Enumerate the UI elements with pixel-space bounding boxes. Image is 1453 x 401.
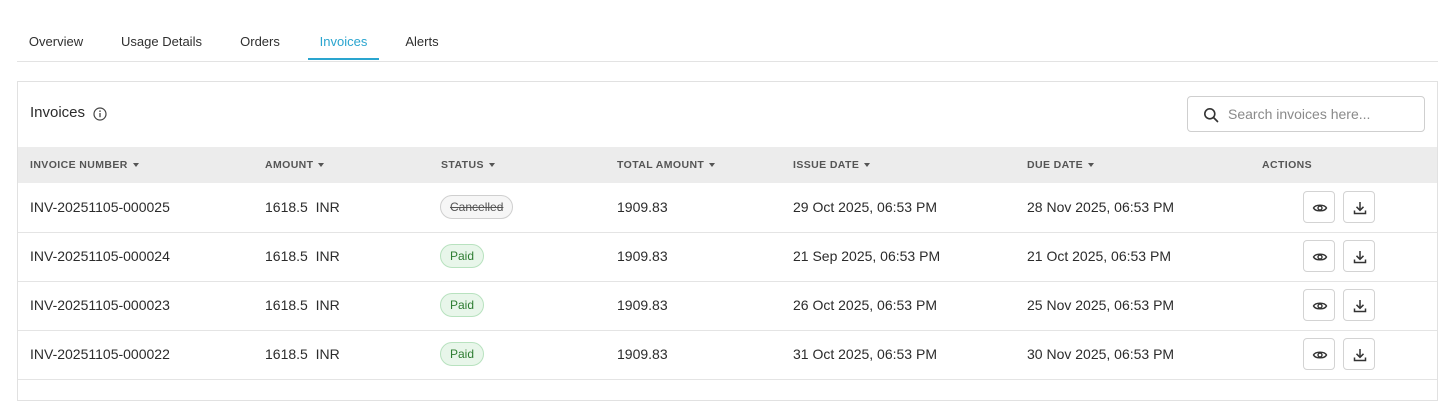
search-input[interactable]	[1228, 97, 1418, 131]
download-invoice-button[interactable]	[1343, 240, 1375, 272]
tab-alerts[interactable]: Alerts	[398, 23, 446, 60]
search-icon	[1204, 108, 1219, 123]
invoice-number-cell: INV-20251105-000024	[30, 248, 170, 264]
tab-usage-details[interactable]: Usage Details	[113, 23, 210, 60]
issue-date-cell: 21 Sep 2025, 06:53 PM	[793, 248, 941, 264]
due-date-cell: 30 Nov 2025, 06:53 PM	[1027, 346, 1175, 362]
status-badge: Paid	[440, 293, 485, 317]
total-amount-cell: 1909.83	[617, 297, 668, 313]
tab-invoices[interactable]: Invoices	[308, 23, 379, 60]
download-icon	[1353, 349, 1367, 362]
total-amount-cell: 1909.83	[617, 199, 668, 215]
column-header-issue-date[interactable]: ISSUE DATE	[793, 147, 871, 183]
sort-caret-icon	[1088, 163, 1095, 167]
download-invoice-button[interactable]	[1343, 289, 1375, 321]
column-header-amount[interactable]: AMOUNT	[265, 147, 325, 183]
search-box[interactable]	[1187, 96, 1425, 132]
amount-cell: 1618.5 INR	[265, 199, 340, 215]
amount-cell: 1618.5 INR	[265, 346, 340, 362]
sort-caret-icon	[488, 163, 495, 167]
invoice-number-cell: INV-20251105-000025	[30, 199, 170, 215]
total-amount-cell: 1909.83	[617, 248, 668, 264]
download-icon	[1353, 300, 1367, 313]
eye-icon	[1312, 302, 1328, 310]
download-icon	[1353, 251, 1367, 264]
total-amount-cell: 1909.83	[617, 346, 668, 362]
table-row: INV-20251105-000022 1618.5 INR Paid 1909…	[18, 330, 1437, 380]
info-icon[interactable]	[93, 107, 107, 121]
column-header-due-date[interactable]: DUE DATE	[1027, 147, 1095, 183]
tab-orders[interactable]: Orders	[231, 23, 289, 60]
issue-date-cell: 31 Oct 2025, 06:53 PM	[793, 346, 937, 362]
issue-date-cell: 29 Oct 2025, 06:53 PM	[793, 199, 937, 215]
amount-cell: 1618.5 INR	[265, 248, 340, 264]
download-icon	[1353, 202, 1367, 215]
table-row: INV-20251105-000025 1618.5 INR Cancelled…	[18, 183, 1437, 233]
tab-overview[interactable]: Overview	[17, 23, 95, 60]
eye-icon	[1312, 253, 1328, 261]
tab-bar: Overview Usage Details Orders Invoices A…	[17, 0, 1438, 62]
download-invoice-button[interactable]	[1343, 338, 1375, 370]
status-badge: Paid	[440, 244, 485, 268]
sort-caret-icon	[318, 163, 325, 167]
column-header-status[interactable]: STATUS	[441, 147, 495, 183]
table-row: INV-20251105-000023 1618.5 INR Paid 1909…	[18, 281, 1437, 331]
card-title: Invoices	[30, 104, 86, 121]
column-header-invoice-number[interactable]: INVOICE NUMBER	[30, 147, 139, 183]
table-header: INVOICE NUMBER AMOUNT STATUS TOTAL AMOUN…	[18, 147, 1437, 183]
view-invoice-button[interactable]	[1303, 191, 1335, 223]
sort-caret-icon	[132, 163, 139, 167]
view-invoice-button[interactable]	[1303, 289, 1335, 321]
invoice-number-cell: INV-20251105-000023	[30, 297, 170, 313]
view-invoice-button[interactable]	[1303, 240, 1335, 272]
due-date-cell: 21 Oct 2025, 06:53 PM	[1027, 248, 1171, 264]
download-invoice-button[interactable]	[1343, 191, 1375, 223]
invoices-card: Invoices INVOICE NUMBER AMOUNT STATUS TO…	[17, 81, 1438, 401]
view-invoice-button[interactable]	[1303, 338, 1335, 370]
column-header-total-amount[interactable]: TOTAL AMOUNT	[617, 147, 716, 183]
status-badge: Paid	[440, 342, 485, 366]
sort-caret-icon	[709, 163, 716, 167]
sort-caret-icon	[864, 163, 871, 167]
invoice-number-cell: INV-20251105-000022	[30, 346, 170, 362]
column-header-actions: ACTIONS	[1262, 159, 1313, 171]
eye-icon	[1312, 204, 1328, 212]
issue-date-cell: 26 Oct 2025, 06:53 PM	[793, 297, 937, 313]
due-date-cell: 25 Nov 2025, 06:53 PM	[1027, 297, 1175, 313]
eye-icon	[1312, 351, 1328, 359]
table-row: INV-20251105-000024 1618.5 INR Paid 1909…	[18, 232, 1437, 282]
status-badge: Cancelled	[440, 195, 514, 219]
amount-cell: 1618.5 INR	[265, 297, 340, 313]
due-date-cell: 28 Nov 2025, 06:53 PM	[1027, 199, 1175, 215]
